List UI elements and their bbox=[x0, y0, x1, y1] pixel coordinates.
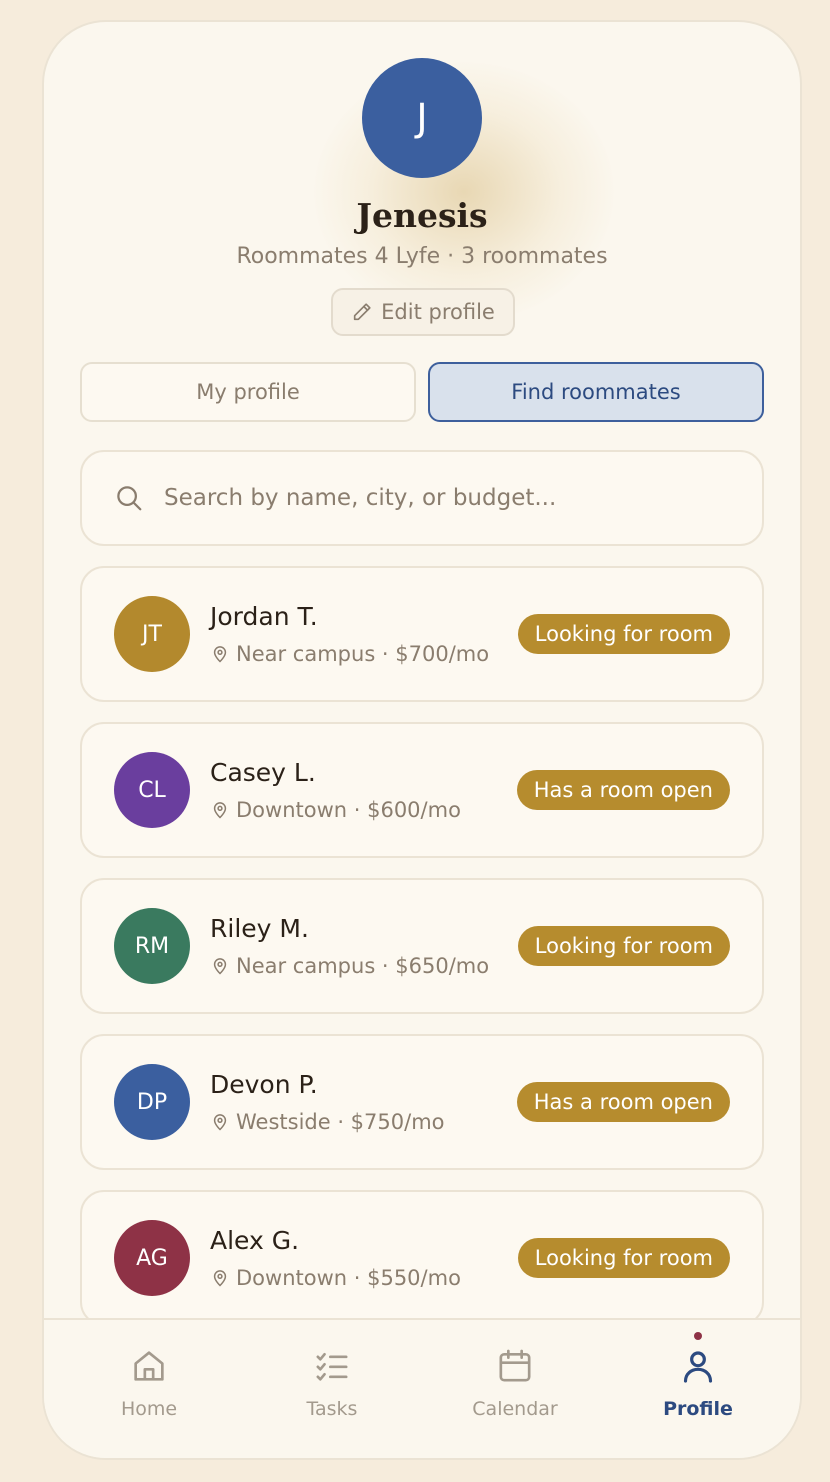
tab-find-roommates[interactable]: Find roommates bbox=[428, 362, 764, 422]
location-pin-icon bbox=[213, 1270, 227, 1287]
user-icon bbox=[683, 1351, 713, 1383]
profile-subtitle: Roommates 4 Lyfe · 3 roommates bbox=[236, 244, 608, 269]
search-placeholder: Search by name, city, or budget... bbox=[164, 485, 557, 511]
edit-profile-button[interactable]: Edit profile bbox=[331, 288, 515, 336]
avatar-initials: DP bbox=[136, 1089, 168, 1115]
bottom-nav: Home Tasks Calendar Profile bbox=[44, 1318, 800, 1458]
roommate-location: Westside · $750/mo bbox=[236, 1110, 445, 1134]
roommate-meta: Westside · $750/mo bbox=[210, 1110, 445, 1134]
location-pin-icon bbox=[213, 1114, 227, 1131]
status-badge: Has a room open bbox=[516, 770, 730, 810]
roommate-name: Riley M. bbox=[210, 914, 309, 943]
location-pin-icon bbox=[213, 958, 227, 975]
roommate-name: Jordan T. bbox=[210, 602, 318, 631]
avatar: CL bbox=[114, 752, 190, 828]
nav-label-calendar: Calendar bbox=[472, 1398, 558, 1420]
pencil-icon bbox=[353, 303, 371, 321]
calendar-icon bbox=[499, 1349, 531, 1382]
search-icon bbox=[117, 486, 142, 511]
roommate-meta: Downtown · $550/mo bbox=[210, 1266, 461, 1290]
nav-label-profile: Profile bbox=[663, 1398, 733, 1420]
nav-item-profile[interactable]: Profile bbox=[628, 1320, 768, 1440]
nav-item-tasks[interactable]: Tasks bbox=[262, 1320, 402, 1440]
profile-initial: J bbox=[416, 96, 428, 140]
avatar-initials: JT bbox=[142, 621, 162, 647]
tab-find-roommates-label: Find roommates bbox=[511, 380, 681, 404]
roommate-meta: Downtown · $600/mo bbox=[210, 798, 461, 822]
status-badge: Has a room open bbox=[516, 1082, 730, 1122]
avatar-initials: AG bbox=[136, 1245, 168, 1271]
roommate-location: Near campus · $650/mo bbox=[236, 954, 490, 978]
roommate-name: Casey L. bbox=[210, 758, 316, 787]
roommate-card-casey[interactable]: CL Casey L. Downtown · $600/mo Has a roo… bbox=[80, 722, 764, 858]
avatar: RM bbox=[114, 908, 190, 984]
avatar-initials: CL bbox=[138, 777, 166, 803]
roommate-name: Alex G. bbox=[210, 1226, 300, 1255]
nav-item-home[interactable]: Home bbox=[79, 1320, 219, 1440]
avatar: AG bbox=[114, 1220, 190, 1296]
profile-name: Jenesis bbox=[356, 196, 488, 235]
search-input[interactable]: Search by name, city, or budget... bbox=[80, 450, 764, 546]
roommate-card-devon[interactable]: DP Devon P. Westside · $750/mo Has a roo… bbox=[80, 1034, 764, 1170]
roommate-card-jordan[interactable]: JT Jordan T. Near campus · $700/mo Looki… bbox=[80, 566, 764, 702]
roommate-meta: Near campus · $650/mo bbox=[210, 954, 489, 978]
roommate-card-alex[interactable]: AG Alex G. Downtown · $550/mo Looking fo… bbox=[80, 1190, 764, 1326]
checklist-icon bbox=[316, 1353, 348, 1381]
roommate-location: Near campus · $700/mo bbox=[236, 642, 490, 666]
location-pin-icon bbox=[213, 802, 227, 819]
roommate-meta: Near campus · $700/mo bbox=[210, 642, 489, 666]
avatar: JT bbox=[114, 596, 190, 672]
nav-label-tasks: Tasks bbox=[306, 1398, 358, 1420]
tab-my-profile-label: My profile bbox=[196, 380, 300, 404]
tab-my-profile[interactable]: My profile bbox=[80, 362, 416, 422]
status-badge: Looking for room bbox=[517, 1238, 730, 1278]
profile-avatar: J bbox=[362, 58, 482, 178]
nav-label-home: Home bbox=[120, 1398, 178, 1420]
status-badge: Looking for room bbox=[517, 614, 730, 654]
roommate-name: Devon P. bbox=[210, 1070, 318, 1099]
home-icon bbox=[134, 1351, 164, 1381]
avatar-initials: RM bbox=[134, 933, 170, 959]
location-pin-icon bbox=[213, 646, 227, 663]
edit-profile-label: Edit profile bbox=[381, 300, 495, 324]
avatar: DP bbox=[114, 1064, 190, 1140]
roommate-location: Downtown · $550/mo bbox=[236, 1266, 461, 1290]
active-indicator-dot bbox=[694, 1332, 702, 1340]
nav-item-calendar[interactable]: Calendar bbox=[445, 1320, 585, 1440]
roommate-location: Downtown · $600/mo bbox=[236, 798, 461, 822]
phone-frame: J Jenesis Roommates 4 Lyfe · 3 roommates… bbox=[42, 20, 802, 1460]
roommate-card-riley[interactable]: RM Riley M. Near campus · $650/mo Lookin… bbox=[80, 878, 764, 1014]
status-badge: Looking for room bbox=[517, 926, 730, 966]
